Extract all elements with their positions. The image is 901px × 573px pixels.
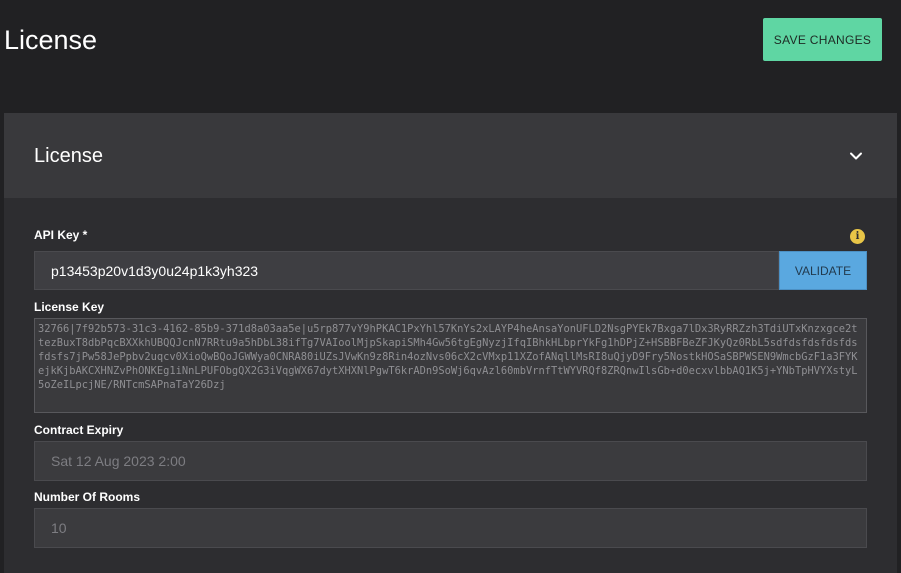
info-icon[interactable]: i bbox=[850, 229, 865, 244]
contract-expiry-field[interactable]: Sat 12 Aug 2023 2:00 bbox=[34, 441, 867, 481]
number-of-rooms-field[interactable]: 10 bbox=[34, 508, 867, 548]
api-key-input[interactable] bbox=[34, 251, 779, 290]
number-of-rooms-label: Number Of Rooms bbox=[34, 490, 141, 504]
license-panel-header[interactable]: License bbox=[4, 113, 897, 198]
license-panel: License API Key * i VALIDATE License Key… bbox=[4, 113, 897, 573]
license-key-label: License Key bbox=[34, 300, 105, 314]
license-panel-title: License bbox=[34, 145, 103, 167]
license-key-textarea[interactable]: 32766|7f92b573-31c3-4162-85b9-371d8a03aa… bbox=[34, 318, 867, 413]
chevron-down-icon[interactable] bbox=[847, 147, 865, 165]
contract-expiry-label: Contract Expiry bbox=[34, 423, 124, 437]
api-key-label: API Key * bbox=[34, 228, 88, 242]
validate-button[interactable]: VALIDATE bbox=[779, 251, 867, 290]
save-changes-button[interactable]: SAVE CHANGES bbox=[763, 18, 882, 61]
page-title: License bbox=[4, 25, 98, 55]
